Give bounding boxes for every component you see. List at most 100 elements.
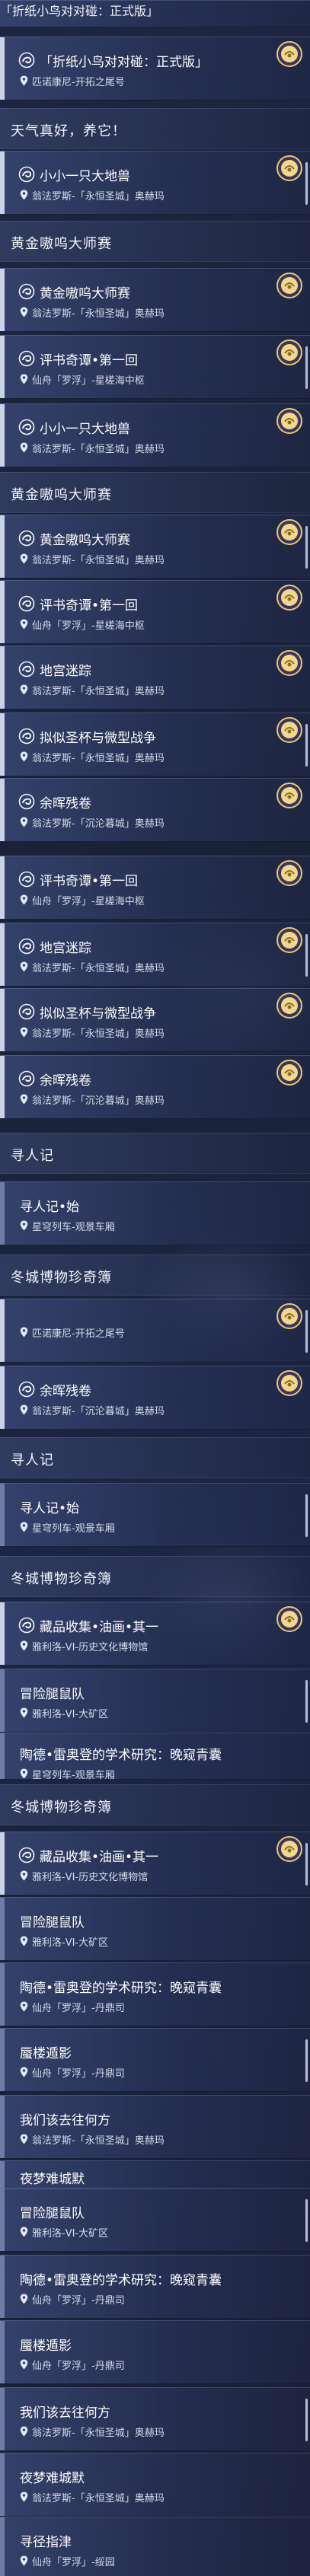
quest-card[interactable]: 地宫迷踪 翁法罗斯-「永恒圣城」奥赫玛 [0,646,310,709]
location-pin-icon [20,553,28,564]
quest-title: 陶德•雷奥登的学术研究：晚窥青囊 [20,1748,222,1763]
quest-title: 拟似圣杯与微型战争 [40,1006,156,1022]
location-pin-icon [20,618,28,630]
quest-location: 翁法罗斯-「沉沦暮城」奥赫玛 [32,818,165,830]
quest-title: 余晖残卷 [40,796,91,811]
section-header[interactable]: 寻人记 [0,1437,310,1478]
quest-location: 翁法罗斯-「永恒圣城」奥赫玛 [32,2493,165,2504]
quest-card[interactable]: 我们该去往何方 翁法罗斯-「永恒圣城」奥赫玛 [0,2095,310,2159]
section-title: 黄金嗷呜大师赛 [11,487,112,503]
quest-location: 雅利洛-VI-大矿区 [32,1937,109,1949]
section-header[interactable]: 黄金嗷呜大师赛 [0,221,310,262]
card-accent [0,151,5,214]
quest-card[interactable]: 陶德•雷奥登的学术研究：晚窥青囊 仙舟「罗浮」-丹鼎司 [0,2255,310,2319]
quest-location: 雅利洛-VI-大矿区 [32,1709,109,1720]
quest-card[interactable]: 余晖残卷 翁法罗斯-「沉沦暮城」奥赫玛 [0,1366,310,1430]
quest-card[interactable]: 夜梦难城默 [0,2160,310,2191]
quest-card[interactable]: 藏品收集•油画•其一 雅利洛-VI-历史文化博物馆 [0,1602,310,1666]
section-header[interactable]: 寻人记 [0,1133,310,1174]
section-header[interactable]: 冬城博物珍奇簿 [0,1255,310,1296]
quest-card[interactable]: 黄金嗷呜大师赛 翁法罗斯-「永恒圣城」奥赫玛 [0,515,310,579]
location-pin-icon [20,442,28,453]
quest-card[interactable]: 黄金嗷呜大师赛 翁法罗斯-「永恒圣城」奥赫玛 [0,268,310,332]
quest-card[interactable]: 余晖残卷翁法罗斯-「沉沦暮城」奥赫玛 [0,778,310,842]
section-header[interactable]: 天气真好，养它！ [0,108,310,149]
quest-card[interactable]: 蜃楼遁影 仙舟「罗浮」-丹鼎司 [0,2028,310,2092]
quest-card[interactable]: 冒险腿鼠队 雅利洛-VI-大矿区 [0,1669,310,1733]
location-pin-icon [20,1640,28,1651]
section-header[interactable]: 冬城博物珍奇簿 [0,1556,310,1597]
quest-card[interactable]: 「折纸小鸟对对碰：正式版」 匹诺康尼-开拓之尾号 [0,37,310,100]
quest-location: 翁法罗斯-「永恒圣城」奥赫玛 [32,191,165,202]
card-accent [0,856,5,919]
quest-card[interactable]: 夜梦难城默 翁法罗斯-「永恒圣城」奥赫玛 [0,2453,310,2517]
quest-title: 冒险腿鼠队 [20,1915,85,1930]
quest-card[interactable]: 冒险腿鼠队 雅利洛-VI-大矿区 [0,2188,310,2252]
section-header[interactable]: 黄金嗷呜大师赛 [0,472,310,513]
quest-card[interactable]: 地宫迷踪 翁法罗斯-「永恒圣城」奥赫玛 [0,923,310,987]
quest-card[interactable]: 小小一只大地兽 翁法罗斯-「永恒圣城」奥赫玛 [0,151,310,215]
quest-card[interactable]: 拟似圣杯与微型战争翁法罗斯-「永恒圣城」奥赫玛 [0,988,310,1052]
quest-icon [18,350,35,367]
quest-card[interactable]: 评书奇谭•第一回 仙舟「罗浮」-星槎海中枢 [0,856,310,920]
quest-icon [18,166,35,183]
quest-title: 我们该去往何方 [20,2405,110,2421]
section-title: 寻人记 [11,1148,54,1164]
quest-title: 地宫迷踪 [40,941,91,956]
quest-location: 匹诺康尼-开拓之尾号 [32,1328,125,1340]
card-accent [0,1056,5,1118]
quest-card[interactable]: 小小一只大地兽 翁法罗斯-「永恒圣城」奥赫玛 [0,403,310,467]
scroll-indicator [305,162,308,205]
section-title: 冬城博物珍奇簿 [11,1571,112,1587]
location-pin-icon [20,1404,28,1415]
quest-location: 仙舟「罗浮」-星槎海中枢 [32,896,145,907]
section-title: 寻人记 [11,1452,54,1468]
location-pin-icon [20,306,28,317]
reward-badge-icon [276,155,303,182]
card-accent [0,1832,5,1895]
quest-card[interactable]: 评书奇谭•第一回 仙舟「罗浮」-星槎海中枢 [0,580,310,644]
quest-card[interactable]: 寻径指津 仙舟「罗浮」-绥园 [0,2517,310,2576]
quest-title: 冒险腿鼠队 [20,2206,85,2221]
reward-badge-icon [276,992,303,1019]
quest-location: 翁法罗斯-「永恒圣城」奥赫玛 [32,1028,165,1040]
reward-badge-icon [276,1369,303,1397]
quest-card[interactable]: 拟似圣杯与微型战争 翁法罗斯-「永恒圣城」奥赫玛 [0,713,310,776]
scroll-indicator [305,1843,308,1886]
quest-card[interactable]: 匹诺康尼-开拓之尾号 [0,1299,310,1363]
quest-location: 翁法罗斯-「永恒圣城」奥赫玛 [32,555,165,566]
quest-card[interactable]: 冒险腿鼠队雅利洛-VI-大矿区 [0,1897,310,1961]
section-title: 天气真好，养它！ [11,123,126,139]
card-accent [0,581,5,643]
card-accent [0,1602,5,1665]
section-header[interactable]: 冬城博物珍奇簿 [0,1784,310,1825]
quest-card[interactable]: 寻人记•始 星穹列车-观景车厢 [0,1483,310,1547]
reward-badge-icon [276,926,303,954]
quest-card[interactable]: 陶德•雷奥登的学术研究：晚窥青囊 星穹列车-观景车厢 [0,1733,310,1781]
quest-location: 仙舟「罗浮」-丹鼎司 [32,2361,125,2372]
quest-card[interactable]: 「折纸小鸟对对碰：正式版」 [0,0,310,27]
quest-location: 翁法罗斯-「永恒圣城」奥赫玛 [32,2135,165,2147]
location-pin-icon [20,1093,28,1105]
quest-card[interactable]: 我们该去往何方翁法罗斯-「永恒圣城」奥赫玛 [0,2387,310,2451]
location-pin-icon [20,2001,28,2012]
quest-card[interactable]: 寻人记•始 星穹列车-观景车厢 [0,1181,310,1245]
quest-card[interactable]: 陶德•雷奥登的学术研究：晚窥青囊 仙舟「罗浮」-丹鼎司 [0,1962,310,2026]
location-pin-icon [20,1326,28,1337]
reward-badge-icon [276,782,303,809]
location-pin-icon [20,751,28,762]
quest-icon [18,283,35,300]
location-pin-icon [20,1707,28,1718]
quest-card[interactable]: 余晖残卷 翁法罗斯-「沉沦暮城」奥赫玛 [0,1055,310,1119]
quest-card[interactable]: 藏品收集•油画•其一 雅利洛-VI-历史文化博物馆 [0,1832,310,1895]
scroll-indicator [305,2039,308,2082]
section-title: 冬城博物珍奇簿 [11,1800,112,1816]
quest-icon [18,938,35,955]
quest-card[interactable]: 评书奇谭•第一回 仙舟「罗浮」-星槎海中枢 [0,335,310,399]
quest-location: 翁法罗斯-「永恒圣城」奥赫玛 [32,308,165,320]
card-accent [0,2453,5,2516]
card-accent [0,1898,5,1960]
quest-card[interactable]: 蜃楼遁影 仙舟「罗浮」-丹鼎司 [0,2320,310,2384]
quest-title: 藏品收集•油画•其一 [40,1620,159,1635]
quest-location: 翁法罗斯-「永恒圣城」奥赫玛 [32,2428,165,2439]
